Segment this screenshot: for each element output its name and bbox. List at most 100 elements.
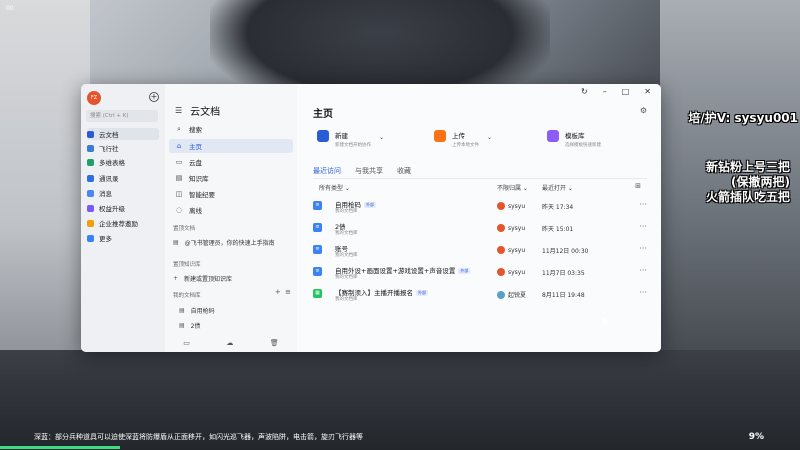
pinned-doc-item[interactable]: ▤ @飞书管理员，你的快速上手指南 <box>173 238 275 247</box>
sidebar-item-wiki[interactable]: ▤ 知识库 <box>169 171 293 185</box>
file-location: 我的文档库 <box>335 253 358 258</box>
maximize-icon[interactable]: □ <box>622 87 630 96</box>
more-icon[interactable]: ··· <box>639 222 647 231</box>
sidebar-footer: ▭ ☁ 🗑 <box>165 334 297 352</box>
owner-avatar <box>497 268 505 276</box>
sheet-icon: ▦ <box>313 289 322 298</box>
minimize-icon[interactable]: – <box>603 87 607 96</box>
sidebar-item-home[interactable]: ⌂ 主页 <box>169 139 293 153</box>
table-row[interactable]: ≡ 自用枪码 外部 我的文档库 sysyu 昨天 17:34 ··· <box>313 197 647 219</box>
owner: sysyu <box>497 224 525 232</box>
sidebar-item-minutes[interactable]: ◫ 智能纪要 <box>169 187 293 201</box>
library-tools[interactable]: + ≡ <box>275 288 291 296</box>
library-item[interactable]: ▤ 自用枪码 <box>179 306 215 315</box>
rail-item-label: 飞行社 <box>99 145 119 153</box>
new-wiki-button[interactable]: + 新建或置顶知识库 <box>173 274 232 283</box>
external-tag: 外部 <box>416 290 428 296</box>
rail-item-flight[interactable]: 飞行社 <box>87 142 119 154</box>
menu-icon[interactable]: ☰ <box>175 106 182 115</box>
history-icon[interactable]: ↻ <box>581 87 588 96</box>
avatar[interactable]: FZ <box>87 91 101 105</box>
rail-item-referral[interactable]: 企业推荐邀励 <box>87 217 138 229</box>
my-library-heading: 我的文档库 <box>173 293 201 299</box>
sidebar-title: 云文档 <box>190 107 221 118</box>
filter-owner-label: 不限归属 <box>497 185 522 192</box>
doc-icon: ≡ <box>313 267 322 276</box>
promo-line: (保撤两把) <box>731 175 790 189</box>
rail-item-contacts[interactable]: 通讯录 <box>87 172 119 184</box>
card-title: 模板库 <box>565 132 585 140</box>
table-row[interactable]: ▦ 【赛制须入】主播开播报名 外部 我的文档库 起锐夏 8月11日 19:48 ·… <box>313 285 647 307</box>
chevron-down-icon[interactable]: ⌄ <box>487 134 492 141</box>
owner: sysyu <box>497 268 525 276</box>
sidebar-item-label: 知识库 <box>189 175 209 183</box>
template-card[interactable]: 模板库选择模板快速新建 <box>547 130 601 152</box>
more-icon[interactable]: ··· <box>639 266 647 275</box>
sort-time[interactable]: 最近打开 ⌄ <box>542 183 573 192</box>
rail-item-docs[interactable]: 云文档 <box>87 128 159 140</box>
referral-icon <box>87 219 94 227</box>
filter-type[interactable]: 所有类型 ⌄ <box>319 183 350 192</box>
contacts-icon <box>87 174 94 182</box>
rail-item-more[interactable]: 更多 <box>87 232 112 244</box>
grid-view-icon[interactable]: ⊞ <box>635 182 641 190</box>
table-icon <box>87 158 94 166</box>
sidebar-item-label: 离线 <box>189 207 202 215</box>
table-row[interactable]: ≡ 自用外设+画面设置+游戏设置+声音设置 外部 我的文档库 sysyu 11月7… <box>313 263 647 285</box>
gear-icon[interactable]: ⚙ <box>640 106 647 115</box>
upload-card[interactable]: 上传 上传本地文件 ⌄ <box>434 130 492 152</box>
table-row[interactable]: ≡ 账号 我的文档库 sysyu 11月12日 00:30 ··· <box>313 241 647 263</box>
folder-icon[interactable]: ▭ <box>183 339 190 347</box>
rail-item-table[interactable]: 多维表格 <box>87 156 125 168</box>
new-wiki-label: 新建或置顶知识库 <box>184 276 233 283</box>
add-icon[interactable]: + <box>149 92 159 102</box>
doc-icon: ≡ <box>313 201 322 210</box>
card-subtitle: 选择模板快速新建 <box>565 143 601 148</box>
more-icon[interactable]: ··· <box>639 288 647 297</box>
more-icon[interactable]: ··· <box>639 244 647 253</box>
filter-type-label: 所有类型 <box>319 185 344 192</box>
owner: sysyu <box>497 202 525 210</box>
offline-icon: ◌ <box>175 206 183 214</box>
template-icon <box>547 130 559 142</box>
file-location: 我的文档库 <box>335 209 358 214</box>
card-subtitle: 上传本地文件 <box>452 143 479 148</box>
more-icon[interactable]: ··· <box>639 200 647 209</box>
external-tag: 外部 <box>458 268 471 274</box>
opened-time: 8月11日 19:48 <box>542 292 585 299</box>
chevron-down-icon[interactable]: ⌄ <box>379 134 384 141</box>
filter-owner[interactable]: 不限归属 ⌄ <box>497 183 528 192</box>
table-row[interactable]: ≡ 2债 我的文档库 sysyu 昨天 15:01 ··· <box>313 219 647 241</box>
doc-icon: ▤ <box>179 322 185 329</box>
card-text: 模板库选择模板快速新建 <box>565 130 601 148</box>
page-title: 主页 <box>313 109 333 120</box>
sidebar-item-offline[interactable]: ◌ 离线 <box>169 203 293 217</box>
cloud-icon[interactable]: ☁ <box>226 339 233 347</box>
owner-name: sysyu <box>508 224 526 232</box>
upload-icon <box>434 130 446 142</box>
opened-time: 昨天 15:01 <box>542 226 574 233</box>
global-search-input[interactable]: 搜索 (Ctrl + K) <box>86 110 158 122</box>
overlay-contact: 培/护V: sysyu001 <box>688 111 798 125</box>
library-item[interactable]: ▤ 2债 <box>179 321 201 330</box>
docs-window: FZ + 搜索 (Ctrl + K) 云文档 飞行社 多维表格 通讯录 消息 权… <box>81 84 661 352</box>
drive-icon: ▭ <box>175 158 183 166</box>
owner-avatar <box>497 202 505 210</box>
overlay-promo: 新钻粉上号三把 (保撤两把) 火箭插队吃五把 <box>706 160 790 205</box>
close-icon[interactable]: ✕ <box>644 87 651 96</box>
window-controls: ↻ – □ ✕ <box>581 87 651 96</box>
owner-avatar <box>497 290 505 299</box>
sidebar-search[interactable]: ⌕ 搜索 <box>169 122 293 136</box>
rail-item-label: 更多 <box>99 235 112 243</box>
trash-icon[interactable]: 🗑 <box>270 339 279 347</box>
sidebar-item-drive[interactable]: ▭ 云盘 <box>169 155 293 169</box>
rail-item-upgrade[interactable]: 权益升级 <box>87 202 125 214</box>
message-icon <box>87 189 94 197</box>
pinned-wiki-heading: 置顶知识库 <box>173 262 201 268</box>
promo-line: 新钻粉上号三把 <box>705 160 790 174</box>
owner: 起锐夏 <box>497 290 526 299</box>
sort-time-label: 最近打开 <box>542 185 567 192</box>
new-doc-card[interactable]: 新建 新建文档开始协作 ⌄ <box>317 130 384 152</box>
rail-item-messages[interactable]: 消息 <box>87 187 112 199</box>
library-item-label: 2债 <box>190 323 201 330</box>
